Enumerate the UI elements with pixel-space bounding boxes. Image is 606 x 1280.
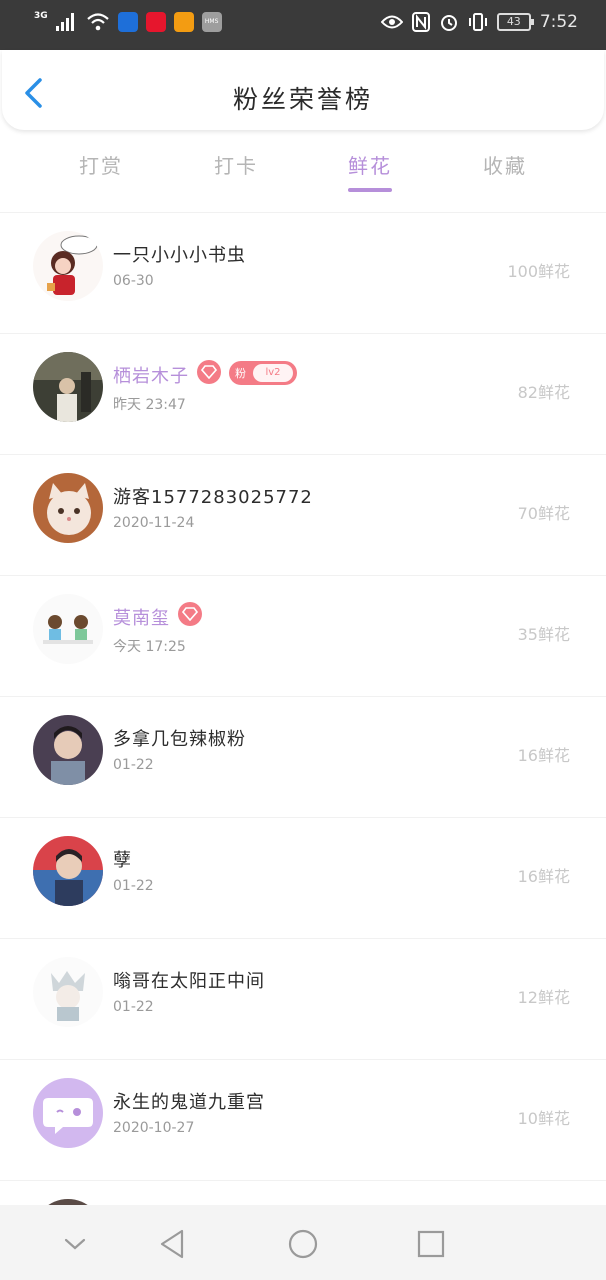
vip-badge — [178, 602, 202, 626]
flower-count: 16鲜花 — [517, 867, 570, 886]
eye-icon — [380, 15, 403, 29]
list-item[interactable]: 永生的鬼道九重宫 2020-10-27 10鲜花 — [0, 1059, 606, 1180]
signal-icon — [55, 13, 74, 31]
shield-app-icon — [117, 12, 138, 32]
fan-date: 昨天 23:47 — [113, 397, 186, 413]
flower-count: 16鲜花 — [517, 746, 570, 765]
collapse-icon — [64, 1238, 86, 1250]
fan-name: 永生的鬼道九重宫 — [113, 1092, 265, 1113]
wifi-icon — [86, 13, 109, 31]
battery-icon: 43 — [496, 13, 534, 31]
clock: 7:52 — [539, 12, 578, 32]
nfc-icon — [411, 12, 430, 32]
fan-name: 栖岩木子 — [113, 366, 189, 387]
flower-count: 100鲜花 — [507, 262, 570, 281]
system-nav-bar — [0, 1205, 606, 1280]
recents-square-icon — [417, 1230, 445, 1258]
back-triangle-icon — [160, 1229, 184, 1259]
hms-app-icon: HMS — [201, 12, 222, 32]
tab-bar: 打赏 打卡 鲜花 收藏 — [0, 140, 606, 200]
tab-reward[interactable]: 打赏 — [51, 150, 151, 179]
tab-checkin[interactable]: 打卡 — [186, 150, 286, 179]
avatar[interactable] — [33, 715, 103, 785]
fan-name: 嗡哥在太阳正中间 — [113, 971, 265, 992]
flower-count: 12鲜花 — [517, 988, 570, 1007]
flower-count: 35鲜花 — [517, 625, 570, 644]
back-nav-button[interactable] — [156, 1227, 190, 1261]
home-circle-icon — [288, 1229, 318, 1259]
vibrate-icon — [468, 13, 487, 31]
list-item[interactable]: 莫南玺 今天 17:25 35鲜花 — [0, 575, 606, 696]
page-title: 粉丝荣誉榜 — [232, 85, 373, 114]
fan-date: 01-22 — [113, 999, 154, 1015]
default-chat-avatar — [33, 1078, 103, 1148]
avatar[interactable] — [33, 957, 103, 1027]
fan-date: 01-22 — [113, 878, 154, 894]
collapse-button[interactable] — [58, 1227, 92, 1261]
avatar[interactable] — [33, 594, 103, 664]
cartoon-avatar — [33, 231, 103, 301]
home-button[interactable] — [286, 1227, 320, 1261]
weibo-app-icon — [145, 12, 166, 32]
status-bar: 3G HMS 43 7:52 — [0, 0, 606, 50]
fan-date: 06-30 — [113, 273, 154, 289]
list-item[interactable]: 嗡哥在太阳正中间 01-22 12鲜花 — [0, 938, 606, 1059]
list-item[interactable]: 一只小小小书虫 06-30 100鲜花 — [0, 212, 606, 333]
list-item[interactable]: 栖岩木子 粉 lv2 昨天 23:47 82鲜花 — [0, 333, 606, 454]
cartoon-avatar — [33, 957, 103, 1027]
flower-count: 10鲜花 — [517, 1109, 570, 1128]
fan-label: 粉 — [235, 367, 246, 380]
photo-avatar — [33, 715, 103, 785]
fan-name: 多拿几包辣椒粉 — [113, 729, 246, 750]
fan-name: 游客1577283025772 — [113, 487, 313, 508]
fan-date: 01-22 — [113, 757, 154, 773]
photo-avatar — [33, 836, 103, 906]
fan-name: 莫南玺 — [113, 608, 170, 629]
cartoon-avatar — [33, 594, 103, 664]
fan-name: 孽 — [113, 850, 132, 871]
fan-date: 2020-11-24 — [113, 515, 195, 531]
alarm-icon — [440, 15, 457, 31]
avatar[interactable] — [33, 352, 103, 422]
level-label: lv2 — [253, 364, 293, 382]
tab-flowers[interactable]: 鲜花 — [320, 150, 420, 179]
avatar[interactable] — [33, 473, 103, 543]
fan-date: 2020-10-27 — [113, 1120, 195, 1136]
package-app-icon — [173, 12, 194, 32]
fan-name: 一只小小小书虫 — [113, 245, 246, 266]
list-item[interactable]: 游客1577283025772 2020-11-24 70鲜花 — [0, 454, 606, 575]
avatar[interactable] — [33, 1078, 103, 1148]
flower-count: 82鲜花 — [517, 383, 570, 402]
network-type: 3G — [34, 10, 48, 21]
list-item[interactable]: 多拿几包辣椒粉 01-22 16鲜花 — [0, 696, 606, 817]
vip-badge — [197, 360, 221, 384]
photo-avatar — [33, 352, 103, 422]
flower-count: 70鲜花 — [517, 504, 570, 523]
avatar[interactable] — [33, 231, 103, 301]
tab-favorites[interactable]: 收藏 — [455, 150, 555, 179]
active-tab-indicator — [348, 188, 392, 192]
app-header: 粉丝荣誉榜 — [2, 50, 604, 130]
recents-button[interactable] — [414, 1227, 448, 1261]
fan-level-badge: 粉 lv2 — [229, 361, 297, 385]
avatar[interactable] — [33, 836, 103, 906]
fan-date: 今天 17:25 — [113, 639, 186, 655]
diamond-icon — [182, 607, 198, 621]
diamond-icon — [201, 365, 217, 379]
cat-avatar — [33, 473, 103, 543]
list-item[interactable]: 孽 01-22 16鲜花 — [0, 817, 606, 938]
